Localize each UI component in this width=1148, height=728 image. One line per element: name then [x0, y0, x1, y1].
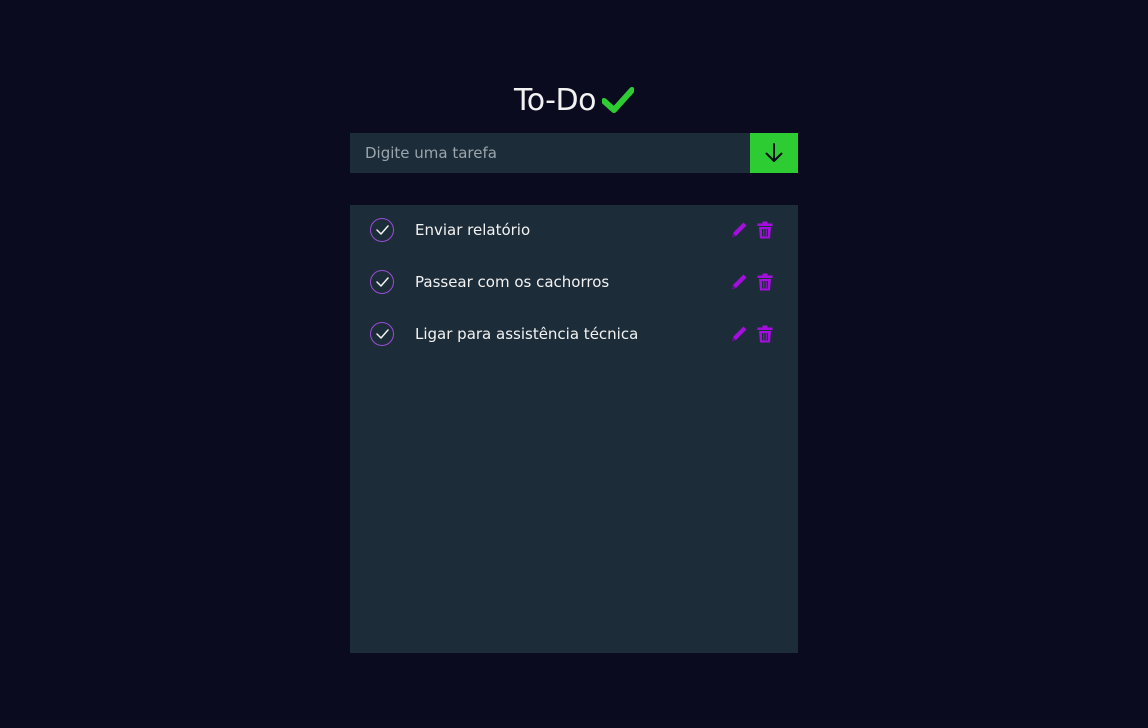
add-task-button[interactable] [750, 133, 798, 173]
check-circle-icon [375, 225, 389, 235]
task-item: Enviar relatório [350, 215, 798, 247]
check-circle-icon [375, 329, 389, 339]
task-text: Passear com os cachorros [415, 273, 610, 291]
checkmark-icon [601, 87, 634, 113]
page-title-text: To-Do [514, 82, 596, 118]
task-item: Ligar para assistência técnica [350, 319, 798, 351]
pencil-icon[interactable] [730, 273, 748, 291]
pencil-icon[interactable] [730, 221, 748, 239]
trash-icon[interactable] [757, 273, 773, 291]
complete-task-toggle[interactable] [370, 270, 394, 294]
task-list-panel: Enviar relatório Passear com os cachorro… [350, 205, 798, 653]
arrow-down-icon [765, 143, 783, 162]
complete-task-toggle[interactable] [370, 218, 394, 242]
trash-icon[interactable] [757, 325, 773, 343]
task-text: Enviar relatório [415, 221, 531, 239]
check-circle-icon [375, 277, 389, 287]
pencil-icon[interactable] [730, 325, 748, 343]
complete-task-toggle[interactable] [370, 322, 394, 346]
new-task-form [350, 133, 798, 173]
trash-icon[interactable] [757, 221, 773, 239]
task-item: Passear com os cachorros [350, 267, 798, 299]
page-title: To-Do [350, 80, 798, 120]
task-input[interactable] [350, 133, 750, 173]
task-text: Ligar para assistência técnica [415, 325, 639, 343]
